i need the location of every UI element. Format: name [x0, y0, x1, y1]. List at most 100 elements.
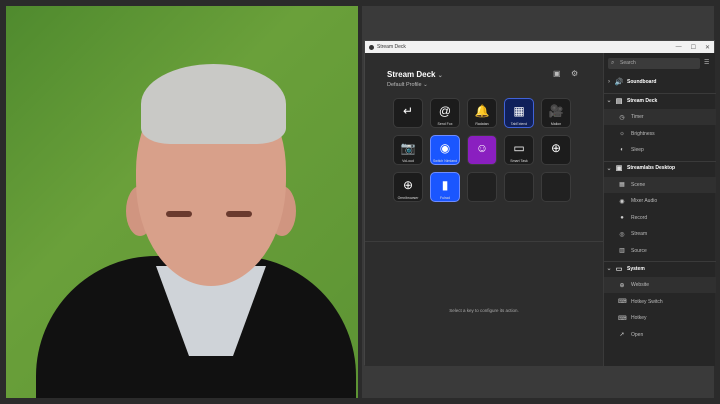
action-hotkey[interactable]: ⌨ Hotkey: [604, 310, 716, 326]
key-icon: 🎥: [548, 104, 564, 118]
action-sleep[interactable]: ◐ Sleep: [604, 142, 716, 158]
actions-sidebar: ⌕ Search ☰ › 🔊 Soundboard ⌄ ▤ Stream Deck ◷ Tim…: [603, 53, 716, 366]
action-label: Website: [631, 282, 649, 288]
action-website[interactable]: ⊕ Website: [604, 277, 716, 293]
stream-deck-key[interactable]: 🔔 Radatan: [467, 98, 497, 128]
action-record[interactable]: ● Record: [604, 210, 716, 226]
chevron-icon: ⌄: [606, 266, 612, 272]
search-input[interactable]: ⌕ Search: [608, 58, 700, 69]
brightness-icon: ☼: [619, 130, 625, 137]
mixer-icon: ◉: [619, 198, 625, 205]
stream-deck-key[interactable]: ◉ Switch Nimiand: [430, 135, 460, 165]
key-icon: ◉: [439, 141, 451, 155]
action-label: Hotkey: [631, 315, 647, 321]
keyboard-icon: ⌨: [618, 315, 627, 322]
chevron-icon: ⌄: [606, 98, 612, 104]
app-icon: [369, 44, 374, 50]
key-label: Fulrad: [440, 196, 450, 200]
speaker-icon: 🔊: [614, 79, 624, 86]
action-mixer-audio[interactable]: ◉ Mixer Audio: [604, 193, 716, 209]
key-label: Radatan: [475, 122, 489, 126]
key-icon: ▮: [441, 178, 449, 192]
key-label: Send Fox: [437, 122, 453, 126]
stream-deck-key[interactable]: ▦ TabExtend: [504, 98, 534, 128]
key-grid: ↵ @ Send Fox 🔔 Radatan ▦ TabExtend 🎥 Mailon 📷 VoLo…: [393, 98, 571, 202]
stream-deck-key[interactable]: [467, 172, 497, 202]
action-label: Brightness: [631, 130, 655, 137]
key-icon: ⊕: [402, 178, 414, 192]
category-label: Soundboard: [627, 79, 657, 85]
sleep-icon: ◐: [620, 147, 624, 153]
source-icon: ▥: [619, 248, 625, 254]
action-label: Source: [631, 247, 647, 254]
profile-selector[interactable]: Default Profile ⌄: [387, 82, 428, 88]
action-source[interactable]: ▥ Source: [604, 243, 716, 259]
stream-deck-key[interactable]: ⊕ Omnibrowser: [393, 172, 423, 202]
action-open[interactable]: ➚ Open: [604, 327, 716, 343]
key-label: Omnibrowser: [397, 196, 419, 200]
stream-deck-key[interactable]: ☺: [467, 135, 497, 165]
gear-icon[interactable]: ⚙: [571, 70, 581, 78]
close-button[interactable]: ✕: [705, 44, 710, 51]
action-label: Record: [631, 214, 648, 221]
globe-icon: ⊕: [619, 282, 625, 289]
webcam-feed: [6, 6, 358, 398]
key-icon: ▭: [513, 141, 525, 155]
streamdeck-icon: ▤: [615, 97, 623, 105]
action-label: Sleep: [631, 147, 644, 153]
scene-icon: ▦: [619, 182, 625, 188]
key-label: TabExtend: [510, 122, 528, 126]
chevron-icon: ⌄: [606, 165, 612, 172]
chevron-down-icon: ⌄: [437, 73, 443, 79]
hotkey-switch-icon: ⌨: [618, 299, 627, 305]
action-label: Mixer Audio: [631, 198, 658, 204]
action-hotkey-switch[interactable]: ⌨ Hotkey Switch: [604, 294, 716, 310]
chevron-icon: ›: [608, 79, 610, 85]
action-stream[interactable]: ◎ Stream: [604, 226, 716, 242]
category-streamlabs-desktop[interactable]: ⌄ ▣ Streamlabs Desktop: [604, 160, 716, 175]
rocket-icon: ➚: [619, 332, 625, 338]
action-label: Timer: [631, 114, 644, 120]
frame: Stream Deck — ☐ ✕ Stream Deck ⌄ Default …: [0, 0, 720, 404]
stream-icon: ◎: [619, 231, 625, 238]
category-label: Stream Deck: [627, 97, 658, 104]
key-icon: 🔔: [474, 104, 490, 118]
category-system[interactable]: ⌄ ▭ System: [604, 261, 716, 275]
stream-deck-key[interactable]: 📷 VoLoud: [393, 135, 423, 165]
key-label: Switch Nimiand: [432, 159, 458, 163]
system-icon: ▭: [615, 265, 623, 273]
action-timer[interactable]: ◷ Timer: [604, 109, 716, 125]
stream-deck-key[interactable]: @ Send Fox: [430, 98, 460, 128]
stream-deck-key[interactable]: [541, 172, 571, 202]
stream-deck-window: Stream Deck — ☐ ✕ Stream Deck ⌄ Default …: [364, 40, 716, 366]
stream-deck-key[interactable]: 🎥 Mailon: [541, 98, 571, 128]
profile-title[interactable]: Stream Deck ⌄: [387, 70, 443, 79]
stream-deck-key[interactable]: ↵: [393, 98, 423, 128]
key-icon: ⊕: [550, 141, 562, 155]
profile-subtitle: Default Profile: [387, 82, 422, 88]
key-icon: ▦: [513, 104, 525, 118]
search-icon: ⌕: [611, 60, 615, 66]
title-bar: Stream Deck — ☐ ✕: [365, 41, 714, 53]
stream-deck-key[interactable]: [504, 172, 534, 202]
category-soundboard[interactable]: › 🔊 Soundboard: [604, 75, 716, 89]
category-label: System: [627, 265, 645, 272]
key-label: Mailon: [550, 122, 562, 126]
maximize-button[interactable]: ☐: [691, 44, 696, 51]
profile-name: Stream Deck: [387, 70, 436, 79]
stream-deck-key[interactable]: ▭ Smart Task: [504, 135, 534, 165]
stream-deck-key[interactable]: ⊕: [541, 135, 571, 165]
key-icon: 📷: [400, 141, 416, 155]
minimize-button[interactable]: —: [676, 44, 682, 51]
streamlabs-icon: ▣: [615, 165, 623, 172]
timer-icon: ◷: [619, 114, 625, 121]
device-icon[interactable]: ▣: [553, 70, 563, 78]
record-icon: ●: [620, 214, 624, 221]
action-scene[interactable]: ▦ Scene: [604, 176, 716, 193]
category-stream-deck[interactable]: ⌄ ▤ Stream Deck: [604, 93, 716, 107]
action-brightness[interactable]: ☼ Brightness: [604, 126, 716, 142]
stream-deck-key[interactable]: ▮ Fulrad: [430, 172, 460, 202]
key-icon: @: [438, 104, 452, 118]
key-icon: ↵: [402, 104, 414, 118]
list-view-icon[interactable]: ☰: [704, 59, 709, 66]
